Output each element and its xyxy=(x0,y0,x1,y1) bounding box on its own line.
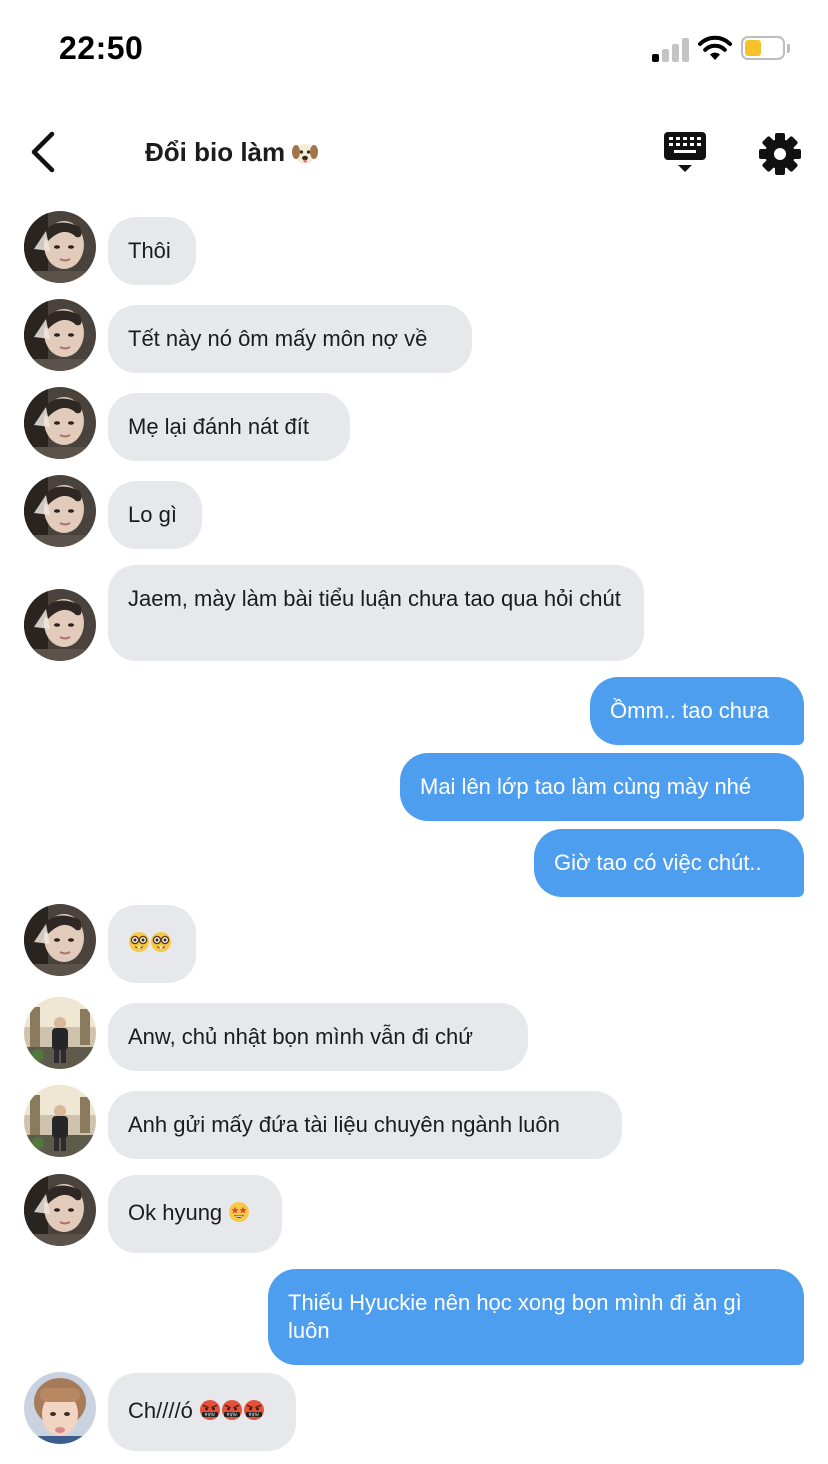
outgoing-message-row: Thiếu Hyuckie nên học xong bọn mình đi ă… xyxy=(0,1269,828,1365)
status-time: 22:50 xyxy=(59,30,144,66)
message-bubble[interactable]: Ok hyung xyxy=(108,1175,282,1253)
nerd-face-emoji-icon xyxy=(129,932,149,952)
sender-avatar-member-a[interactable] xyxy=(24,589,96,661)
message-text: Thiếu Hyuckie nên học xong bọn mình đi ă… xyxy=(288,1290,742,1343)
chat-title[interactable]: Đổi bio làm xyxy=(145,137,319,168)
outgoing-message-row: Mai lên lớp tao làm cùng mày nhé xyxy=(0,753,828,821)
incoming-message-row: Thôi xyxy=(0,211,828,285)
svg-text:#$%!: #$%! xyxy=(248,1412,259,1417)
status-bar: 22:50 xyxy=(0,0,828,100)
message-text: Mẹ lại đánh nát đít xyxy=(128,414,310,439)
message-bubble[interactable]: Anh gửi mấy đứa tài liệu chuyên ngành lu… xyxy=(108,1091,622,1159)
chat-header: Đổi bio làm xyxy=(0,110,828,200)
incoming-message-row xyxy=(0,904,828,983)
nerd-face-emoji-icon xyxy=(151,932,171,952)
svg-text:#$%!: #$%! xyxy=(226,1412,237,1417)
message-text: Giờ tao có việc chút.. xyxy=(554,850,762,875)
message-text: Mai lên lớp tao làm cùng mày nhé xyxy=(420,774,752,799)
cursing-face-emoji-icon: #$%! xyxy=(199,1400,220,1420)
settings-gear-icon[interactable] xyxy=(756,130,804,178)
outgoing-message-row: Ồmm.. tao chưa xyxy=(0,677,828,745)
incoming-message-row: Mẹ lại đánh nát đít xyxy=(0,387,828,461)
message-bubble[interactable]: Giờ tao có việc chút.. xyxy=(534,829,804,897)
chat-title-text: Đổi bio làm xyxy=(145,137,286,167)
back-chevron-icon[interactable] xyxy=(20,128,70,178)
sender-avatar-member-a[interactable] xyxy=(24,211,96,283)
incoming-message-row: Anw, chủ nhật bọn mình vẫn đi chứ xyxy=(0,997,828,1071)
sender-avatar-member-a[interactable] xyxy=(24,1174,96,1246)
message-text: Tết này nó ôm mấy môn nợ về xyxy=(128,326,428,351)
message-bubble[interactable]: Tết này nó ôm mấy môn nợ về xyxy=(108,305,472,373)
message-bubble[interactable]: Thiếu Hyuckie nên học xong bọn mình đi ă… xyxy=(268,1269,804,1365)
sender-avatar-member-c[interactable] xyxy=(24,1372,96,1444)
message-bubble[interactable] xyxy=(108,905,196,983)
star-struck-emoji-icon xyxy=(229,1202,250,1222)
message-text: Anh gửi mấy đứa tài liệu chuyên ngành lu… xyxy=(128,1112,560,1137)
message-bubble[interactable]: Anw, chủ nhật bọn mình vẫn đi chứ xyxy=(108,1003,528,1071)
sender-avatar-member-a[interactable] xyxy=(24,387,96,459)
incoming-message-row: Lo gì xyxy=(0,475,828,549)
message-text: Ok hyung xyxy=(128,1200,223,1225)
dog-face-emoji-icon xyxy=(292,143,319,164)
incoming-message-row: Tết này nó ôm mấy môn nợ về xyxy=(0,299,828,373)
cursing-face-emoji-icon: #$%! xyxy=(221,1400,242,1420)
message-text: Lo gì xyxy=(128,502,177,527)
incoming-message-row: Jaem, mày làm bài tiểu luận chưa tao qua… xyxy=(0,565,828,661)
message-text: Ồmm.. tao chưa xyxy=(610,698,769,723)
message-bubble[interactable]: Ch////ó #$%! #$%! #$%! xyxy=(108,1373,296,1451)
cursing-face-emoji-icon: #$%! xyxy=(243,1400,264,1420)
message-text: Anw, chủ nhật bọn mình vẫn đi chứ xyxy=(128,1024,473,1049)
message-bubble[interactable]: Jaem, mày làm bài tiểu luận chưa tao qua… xyxy=(108,565,644,661)
message-bubble[interactable]: Ồmm.. tao chưa xyxy=(590,677,804,745)
incoming-message-row: Ch////ó #$%! #$%! #$%! xyxy=(0,1372,828,1451)
incoming-message-row: Ok hyung xyxy=(0,1174,828,1253)
keyboard-hide-icon[interactable] xyxy=(659,128,711,178)
message-bubble[interactable]: Mẹ lại đánh nát đít xyxy=(108,393,350,461)
svg-text:#$%!: #$%! xyxy=(204,1412,215,1417)
message-text: Jaem, mày làm bài tiểu luận chưa tao qua… xyxy=(128,586,621,611)
message-bubble[interactable]: Mai lên lớp tao làm cùng mày nhé xyxy=(400,753,804,821)
sender-avatar-member-b[interactable] xyxy=(24,1085,96,1157)
sender-avatar-member-a[interactable] xyxy=(24,904,96,976)
outgoing-message-row: Giờ tao có việc chút.. xyxy=(0,829,828,897)
message-bubble[interactable]: Lo gì xyxy=(108,481,202,549)
message-bubble[interactable]: Thôi xyxy=(108,217,196,285)
wifi-icon xyxy=(698,35,732,60)
battery-icon xyxy=(741,36,790,62)
sender-avatar-member-a[interactable] xyxy=(24,299,96,371)
cellular-signal-icon xyxy=(652,38,690,62)
sender-avatar-member-a[interactable] xyxy=(24,475,96,547)
incoming-message-row: Anh gửi mấy đứa tài liệu chuyên ngành lu… xyxy=(0,1085,828,1159)
message-text: Thôi xyxy=(128,238,171,263)
message-text: Ch////ó xyxy=(128,1398,193,1423)
sender-avatar-member-b[interactable] xyxy=(24,997,96,1069)
